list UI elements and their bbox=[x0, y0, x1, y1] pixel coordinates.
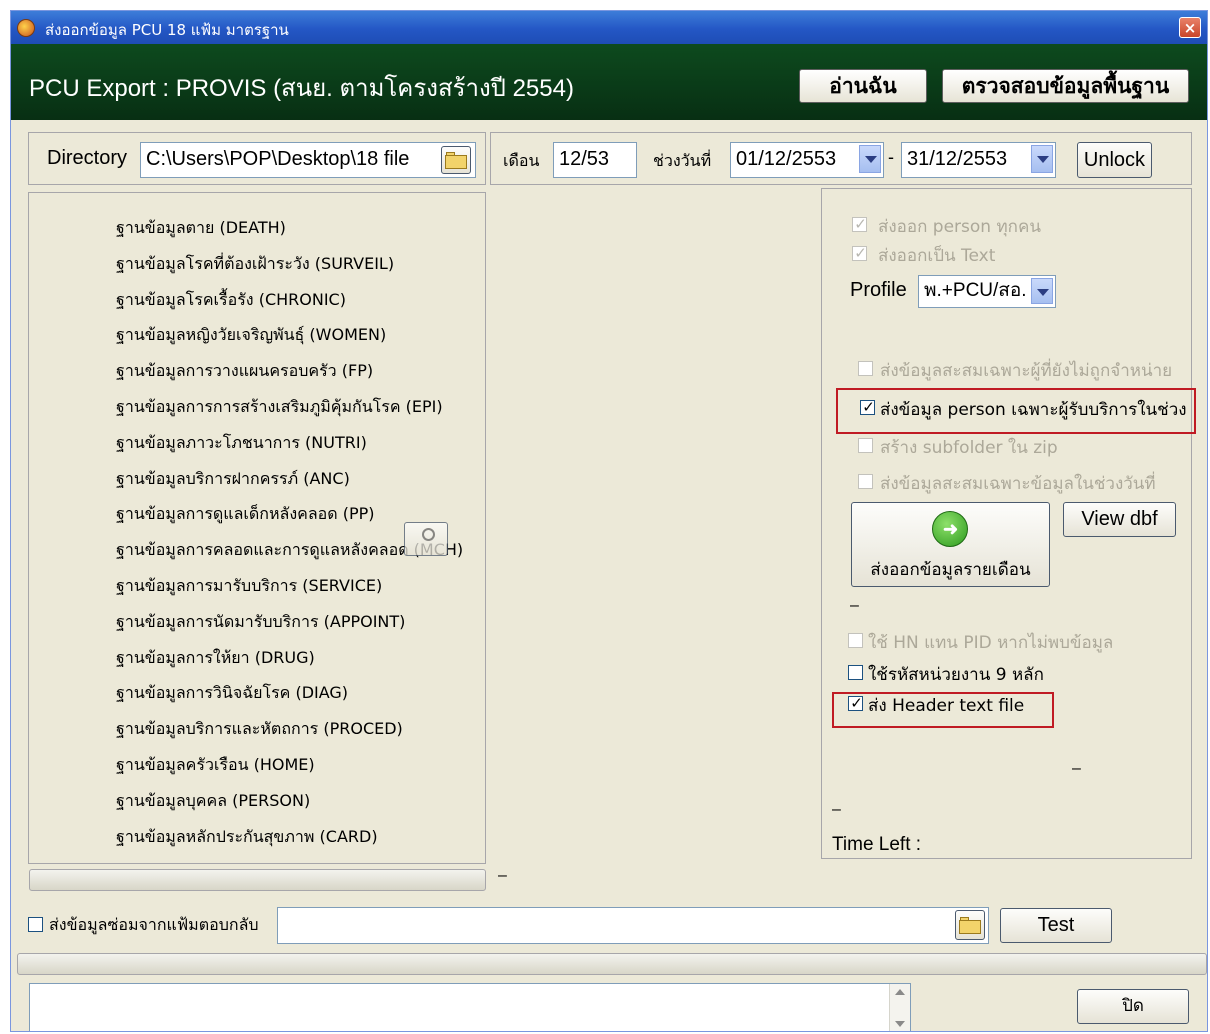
accum-in-range-label: ส่งข้อมูลสะสมเฉพาะข้อมูลในช่วงวันที่ bbox=[880, 474, 1156, 494]
export-as-text-checkbox[interactable]: ✓ bbox=[852, 244, 867, 262]
export-as-text-label: ส่งออกเป็น Text bbox=[878, 246, 996, 266]
accum-not-discharged-checkbox[interactable] bbox=[858, 361, 873, 376]
file-list-item[interactable]: ฐานข้อมูลการนัดมารับบริการ (APPOINT) bbox=[116, 610, 405, 635]
create-subfolder-label: สร้าง subfolder ใน zip bbox=[880, 438, 1058, 458]
options-panel: ✓ ส่งออก person ทุกคน ✓ ส่งออกเป็น Text … bbox=[821, 188, 1196, 859]
file-list-item[interactable]: ฐานข้อมูลครัวเรือน (HOME) bbox=[116, 753, 315, 778]
scroll-down-icon[interactable] bbox=[895, 1021, 905, 1027]
title-bar[interactable]: ส่งออกข้อมูล PCU 18 แฟ้ม มาตรฐาน × bbox=[11, 11, 1207, 44]
start-date-dropdown-icon[interactable] bbox=[859, 145, 881, 173]
header-title: PCU Export : PROVIS (สนย. ตามโครงสร้างปี… bbox=[29, 75, 574, 102]
file-list-item[interactable]: ฐานข้อมูลการมารับบริการ (SERVICE) bbox=[116, 574, 382, 599]
accum-in-range-checkbox[interactable] bbox=[858, 474, 873, 489]
dash-3: – bbox=[832, 801, 841, 818]
profile-dropdown-icon[interactable] bbox=[1031, 278, 1053, 304]
close-window-button[interactable]: × bbox=[1179, 17, 1201, 38]
time-left-label: Time Left : bbox=[832, 834, 922, 855]
profile-value: พ.+PCU/สอ. bbox=[924, 280, 1027, 301]
profile-label: Profile bbox=[850, 279, 907, 301]
file-list-item[interactable]: ฐานข้อมูลการวินิจฉัยโรค (DIAG) bbox=[116, 681, 348, 706]
unit-code-9-label: ใช้รหัสหน่วยงาน 9 หลัก bbox=[868, 665, 1044, 685]
highlight-header-option bbox=[832, 692, 1054, 728]
folder-icon bbox=[959, 915, 981, 935]
directory-input[interactable]: C:\Users\POP\Desktop\18 file bbox=[140, 142, 476, 178]
log-textarea[interactable] bbox=[29, 983, 911, 1031]
highlight-person-option bbox=[836, 388, 1196, 434]
date-separator: - bbox=[888, 147, 894, 167]
unit-code-9-checkbox[interactable] bbox=[848, 665, 863, 680]
file-list-item[interactable]: ฐานข้อมูลโรคที่ต้องเฝ้าระวัง (SURVEIL) bbox=[116, 252, 394, 277]
date-range-panel: เดือน 12/53 ช่วงวันที่ 01/12/2553 - 31/1… bbox=[490, 132, 1192, 185]
file-list-item[interactable]: ฐานข้อมูลการวางแผนครอบครัว (FP) bbox=[116, 359, 373, 384]
header-banner: PCU Export : PROVIS (สนย. ตามโครงสร้างปี… bbox=[11, 44, 1207, 120]
file-list-item[interactable]: ฐานข้อมูลบริการและหัตถการ (PROCED) bbox=[116, 717, 403, 742]
refresh-arrow-icon: ➜ bbox=[932, 511, 968, 547]
file-list-item[interactable]: ฐานข้อมูลการดูแลเด็กหลังคลอด (PP) bbox=[116, 502, 375, 527]
file-detail-area bbox=[490, 192, 818, 864]
use-hn-label: ใช้ HN แทน PID หากไม่พบข้อมูล bbox=[868, 633, 1114, 653]
file-list-item[interactable]: ฐานข้อมูลการการสร้างเสริมภูมิคุ้มกันโรค … bbox=[116, 395, 443, 420]
overall-progress-bar bbox=[17, 953, 1207, 975]
scroll-up-icon[interactable] bbox=[895, 989, 905, 995]
start-date-value: 01/12/2553 bbox=[736, 148, 837, 170]
folder-icon bbox=[445, 150, 467, 170]
profile-select[interactable]: พ.+PCU/สอ. bbox=[918, 275, 1056, 308]
resend-file-input[interactable] bbox=[277, 907, 989, 944]
file-list-item[interactable]: ฐานข้อมูลโรคเรื้อรัง (CHRONIC) bbox=[116, 288, 346, 313]
close-button[interactable]: ปิด bbox=[1077, 989, 1189, 1024]
directory-panel: Directory C:\Users\POP\Desktop\18 file bbox=[28, 132, 486, 185]
dash-1: – bbox=[850, 597, 859, 614]
export-all-person-label: ส่งออก person ทุกคน bbox=[878, 217, 1041, 237]
read-me-button[interactable]: อ่านฉัน bbox=[799, 69, 927, 103]
end-date-picker[interactable]: 31/12/2553 bbox=[901, 142, 1056, 178]
dash-2: – bbox=[1072, 760, 1081, 777]
log-scrollbar[interactable] bbox=[889, 984, 910, 1031]
browse-folder-button[interactable] bbox=[441, 146, 471, 174]
date-range-label: ช่วงวันที่ bbox=[653, 151, 712, 170]
accum-not-discharged-label: ส่งข้อมูลสะสมเฉพาะผู้ที่ยังไม่ถูกจำหน่าย bbox=[880, 361, 1173, 381]
directory-label: Directory bbox=[47, 147, 128, 169]
file-list-item[interactable]: ฐานข้อมูลตาย (DEATH) bbox=[116, 216, 286, 241]
file-list-item[interactable]: ฐานข้อมูลภาวะโภชนาการ (NUTRI) bbox=[116, 431, 367, 456]
unlock-button[interactable]: Unlock bbox=[1077, 142, 1152, 178]
file-list-item[interactable]: ฐานข้อมูลบุคคล (PERSON) bbox=[116, 789, 310, 814]
month-label: เดือน bbox=[503, 151, 540, 170]
progress-dash: – bbox=[498, 867, 507, 884]
export-monthly-label: ส่งออกข้อมูลรายเดือน bbox=[870, 560, 1031, 580]
test-button[interactable]: Test bbox=[1000, 908, 1112, 943]
use-hn-checkbox[interactable] bbox=[848, 633, 863, 648]
file-list-item[interactable]: ฐานข้อมูลการให้ยา (DRUG) bbox=[116, 646, 315, 671]
file-list-item[interactable]: ฐานข้อมูลหญิงวัยเจริญพันธุ์ (WOMEN) bbox=[116, 323, 386, 348]
file-list-item[interactable]: ฐานข้อมูลบริการฝากครรภ์ (ANC) bbox=[116, 467, 350, 492]
month-input[interactable]: 12/53 bbox=[553, 142, 637, 178]
export-window: ส่งออกข้อมูล PCU 18 แฟ้ม มาตรฐาน × PCU E… bbox=[10, 10, 1208, 1032]
start-date-picker[interactable]: 01/12/2553 bbox=[730, 142, 884, 178]
file-progress-bar bbox=[29, 869, 486, 891]
mch-overlay-icon bbox=[404, 522, 448, 556]
file-list-panel: ฐานข้อมูลตาย (DEATH) ฐานข้อมูลโรคที่ต้องเ… bbox=[28, 192, 486, 864]
export-monthly-button[interactable]: ➜ ส่งออกข้อมูลรายเดือน bbox=[851, 502, 1050, 587]
resend-checkbox[interactable] bbox=[28, 917, 43, 932]
resend-label: ส่งข้อมูลซ่อมจากแฟ้มตอบกลับ bbox=[49, 915, 259, 934]
view-dbf-button[interactable]: View dbf bbox=[1063, 502, 1176, 537]
window-title: ส่งออกข้อมูล PCU 18 แฟ้ม มาตรฐาน bbox=[45, 21, 289, 39]
export-all-person-checkbox[interactable]: ✓ bbox=[852, 215, 867, 233]
resend-browse-button[interactable] bbox=[955, 910, 985, 940]
end-date-dropdown-icon[interactable] bbox=[1031, 145, 1053, 173]
app-icon bbox=[17, 19, 35, 37]
end-date-value: 31/12/2553 bbox=[907, 148, 1008, 170]
check-base-data-button[interactable]: ตรวจสอบข้อมูลพื้นฐาน bbox=[942, 69, 1189, 103]
file-list-item[interactable]: ฐานข้อมูลหลักประกันสุขภาพ (CARD) bbox=[116, 825, 378, 850]
create-subfolder-checkbox[interactable] bbox=[858, 438, 873, 453]
